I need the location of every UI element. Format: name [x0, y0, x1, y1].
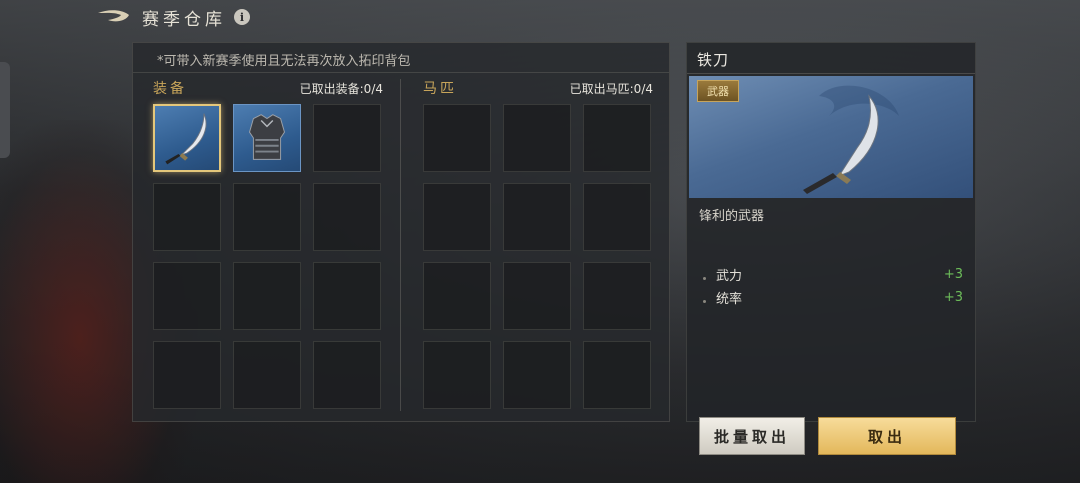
empty-equipment-slot[interactable] — [313, 341, 381, 409]
empty-horse-slot[interactable] — [423, 104, 491, 172]
empty-equipment-slot[interactable] — [233, 262, 301, 330]
header: 赛季仓库 i — [96, 4, 250, 30]
empty-equipment-slot[interactable] — [153, 262, 221, 330]
notice-text: *可带入新赛季使用且无法再次放入拓印背包 — [157, 54, 411, 69]
batch-take-button[interactable]: 批量取出 — [699, 417, 805, 455]
empty-horse-slot[interactable] — [503, 104, 571, 172]
empty-horse-slot[interactable] — [423, 183, 491, 251]
horse-section: 马匹 已取出马匹:0/4 — [423, 77, 653, 409]
empty-horse-slot[interactable] — [583, 262, 651, 330]
stat-label: 武力 — [716, 269, 743, 284]
item-name-divider — [687, 73, 975, 74]
item-name: 铁刀 — [697, 51, 730, 69]
section-divider — [400, 79, 401, 411]
equipment-count: 已取出装备:0/4 — [299, 81, 383, 96]
empty-equipment-slot[interactable] — [233, 341, 301, 409]
empty-equipment-slot[interactable] — [153, 183, 221, 251]
info-icon[interactable]: i — [234, 9, 250, 25]
equipment-slot-sword[interactable] — [153, 104, 221, 172]
equipment-title: 装备 — [153, 81, 187, 97]
page-title: 赛季仓库 — [142, 9, 226, 30]
empty-equipment-slot[interactable] — [313, 262, 381, 330]
empty-horse-slot[interactable] — [503, 341, 571, 409]
horse-grid — [423, 104, 651, 409]
sword-icon — [165, 113, 207, 165]
stat-label: 统率 — [716, 292, 743, 307]
stat-row: 武力 +3 — [703, 265, 963, 284]
empty-equipment-slot[interactable] — [313, 183, 381, 251]
equipment-section: 装备 已取出装备:0/4 — [153, 77, 383, 409]
take-button[interactable]: 取出 — [818, 417, 956, 455]
stat-row: 统率 +3 — [703, 288, 963, 307]
equipment-slot-armor[interactable] — [233, 104, 301, 172]
bullet-icon — [703, 277, 706, 280]
equipment-grid — [153, 104, 381, 409]
back-arrow-icon[interactable] — [96, 7, 132, 27]
empty-equipment-slot[interactable] — [153, 341, 221, 409]
horse-count: 已取出马匹:0/4 — [569, 81, 653, 96]
empty-horse-slot[interactable] — [583, 104, 651, 172]
item-description: 锋利的武器 — [699, 209, 765, 224]
empty-equipment-slot[interactable] — [233, 183, 301, 251]
armor-icon — [249, 114, 285, 160]
notice-divider — [133, 72, 669, 73]
bullet-icon — [703, 300, 706, 303]
item-detail-panel: 铁刀 武器 锋利的武器 武力 +3 统率 +3 — [686, 42, 976, 422]
stat-value: +3 — [943, 267, 963, 282]
empty-equipment-slot[interactable] — [313, 104, 381, 172]
horse-title: 马匹 — [423, 81, 457, 97]
item-type-badge: 武器 — [697, 80, 739, 102]
empty-horse-slot[interactable] — [503, 183, 571, 251]
empty-horse-slot[interactable] — [423, 262, 491, 330]
side-drawer-handle[interactable] — [0, 62, 10, 158]
warehouse-panel: *可带入新赛季使用且无法再次放入拓印背包 装备 已取出装备:0/4 马匹 已取出… — [132, 42, 670, 422]
empty-horse-slot[interactable] — [583, 341, 651, 409]
empty-horse-slot[interactable] — [503, 262, 571, 330]
empty-horse-slot[interactable] — [423, 341, 491, 409]
stat-value: +3 — [943, 290, 963, 305]
empty-horse-slot[interactable] — [583, 183, 651, 251]
